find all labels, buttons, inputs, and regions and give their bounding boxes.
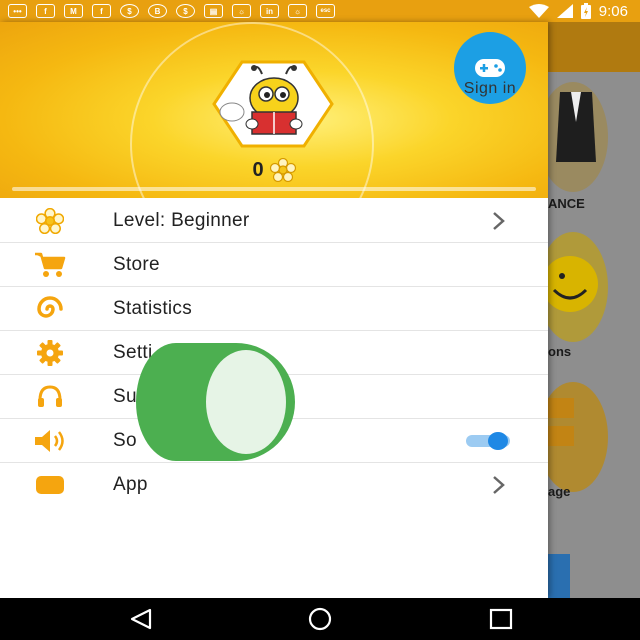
sign-in-label[interactable]: Sign in (440, 80, 540, 98)
notification-icons: ••• f M f $ B $ ▤ ☼ in ☼ esc (8, 4, 335, 18)
game-icon: ☼ (232, 4, 251, 18)
navigation-bar (0, 598, 640, 640)
navigation-drawer: Sign in 0 Level: Beginner Store Statisti… (0, 22, 548, 598)
wifi-icon (528, 4, 549, 18)
chevron-right-icon (493, 476, 505, 494)
linkedin-icon: in (260, 4, 279, 18)
toggle-knob (488, 432, 508, 450)
menu-item-label: App (113, 473, 148, 495)
facebook-icon: f (36, 4, 55, 18)
sound-toggle[interactable] (466, 432, 518, 450)
money-bag-icon: $ (176, 4, 195, 18)
back-icon[interactable] (128, 607, 154, 631)
chevron-right-icon (493, 212, 505, 230)
bee-avatar (212, 60, 334, 148)
background-block (548, 398, 574, 418)
speaker-icon (30, 427, 70, 455)
clock: 9:06 (598, 2, 628, 20)
coin-count: 0 (252, 158, 264, 181)
app-icon (30, 471, 70, 499)
menu-item-label: So (113, 429, 137, 451)
facebook-icon: f (92, 4, 111, 18)
system-status: 9:06 (528, 0, 628, 22)
smiley-icon (548, 256, 598, 312)
green-overlay-shape (136, 343, 295, 461)
menu-item-level[interactable]: Level: Beginner (0, 199, 548, 243)
background-label: age (548, 484, 571, 499)
drawer-header: Sign in 0 (0, 22, 548, 198)
recents-icon[interactable] (488, 607, 514, 631)
background-app: ANCE ons age (548, 22, 640, 598)
flower-coin-icon (269, 158, 296, 182)
coin-balance: 0 (0, 158, 548, 182)
menu-item-label: Statistics (113, 297, 193, 319)
gear-icon (30, 339, 70, 367)
esc-icon: esc (316, 4, 335, 18)
menu-item-label: Level: Beginner (113, 209, 250, 231)
cart-icon (30, 251, 70, 279)
home-icon[interactable] (306, 607, 334, 631)
background-label: ANCE (548, 196, 585, 211)
money-bag-icon: $ (120, 4, 139, 18)
signal-icon (556, 4, 573, 18)
bitcoin-icon: B (148, 4, 167, 18)
status-bar: ••• f M f $ B $ ▤ ☼ in ☼ esc 9:06 (0, 0, 640, 22)
battery-icon (580, 3, 591, 19)
game-icon: ☼ (288, 4, 307, 18)
menu-item-label: Su (113, 385, 137, 407)
message-icon: ••• (8, 4, 27, 18)
spiral-icon (30, 295, 70, 323)
background-block (548, 426, 574, 446)
suit-icon (556, 92, 596, 162)
level-progress-bar (12, 187, 536, 191)
background-ad-banner[interactable] (548, 554, 570, 598)
gamepad-icon (475, 59, 505, 77)
background-toolbar (548, 22, 640, 72)
sim-card-icon: ▤ (204, 4, 223, 18)
gmail-icon: M (64, 4, 83, 18)
menu-item-label: Store (113, 253, 160, 275)
background-label: ons (548, 344, 572, 359)
menu-item-store[interactable]: Store (0, 243, 548, 287)
flower-icon (30, 207, 70, 235)
headphones-icon (30, 383, 70, 411)
menu-item-app[interactable]: App (0, 463, 548, 506)
menu-item-statistics[interactable]: Statistics (0, 287, 548, 331)
